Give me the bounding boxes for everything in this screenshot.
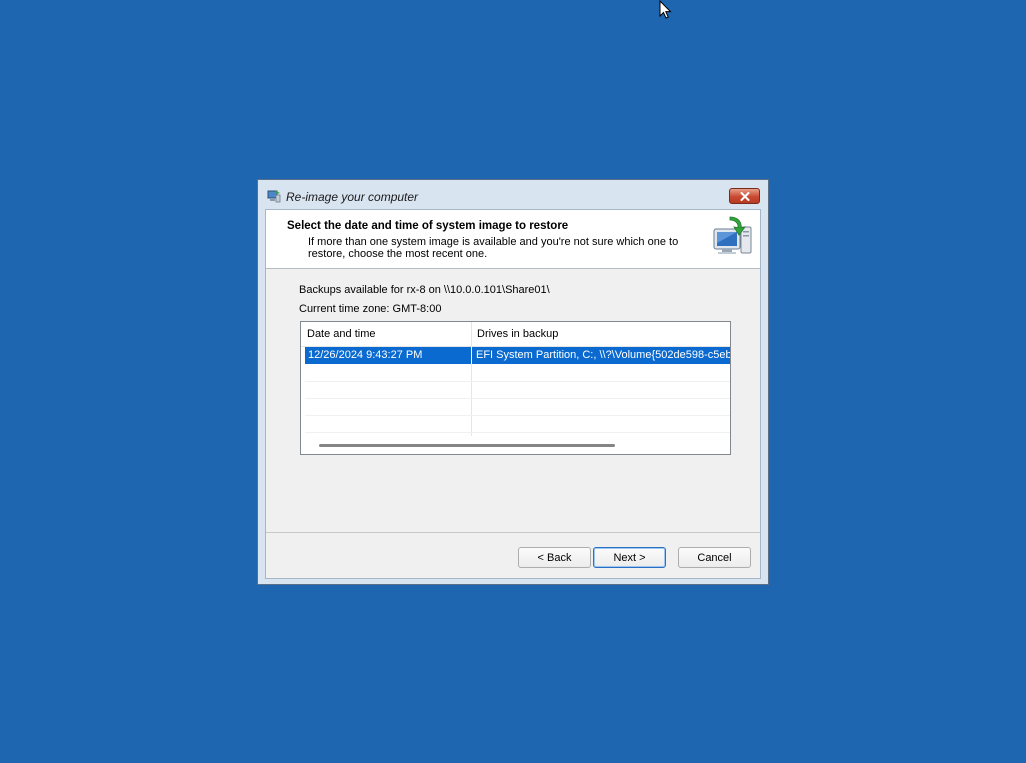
backup-list[interactable]: Date and time Drives in backup 12/26/202… (300, 321, 731, 455)
empty-row (305, 381, 730, 399)
page-title: Select the date and time of system image… (287, 220, 569, 232)
close-button[interactable] (729, 188, 760, 204)
wizard-header: Select the date and time of system image… (266, 210, 760, 269)
list-header: Date and time Drives in backup (301, 322, 730, 347)
row-cell-divider (471, 347, 472, 364)
column-header-drives[interactable]: Drives in backup (477, 328, 558, 340)
backup-restore-icon (267, 190, 281, 203)
window-title: Re-image your computer (286, 190, 419, 204)
empty-row (305, 398, 730, 416)
page-description: If more than one system image is availab… (308, 236, 679, 260)
horizontal-scrollbar[interactable] (319, 444, 615, 447)
cancel-button[interactable]: Cancel (678, 547, 751, 568)
title-bar[interactable]: Re-image your computer (258, 180, 768, 208)
footer-divider (266, 532, 760, 533)
empty-row (305, 364, 730, 382)
computer-restore-icon (713, 216, 752, 254)
dialog-client-area: Select the date and time of system image… (265, 209, 761, 579)
table-row[interactable]: 12/26/2024 9:43:27 PM EFI System Partiti… (305, 347, 730, 364)
row-date-time: 12/26/2024 9:43:27 PM (308, 349, 423, 361)
reimage-dialog: Re-image your computer Select the date a… (257, 179, 769, 585)
time-zone-label: Current time zone: GMT-8:00 (299, 303, 442, 315)
next-button[interactable]: Next > (593, 547, 666, 568)
empty-row (305, 415, 730, 433)
mouse-cursor-icon (659, 0, 672, 19)
column-header-date-time[interactable]: Date and time (307, 328, 375, 340)
backups-available-label: Backups available for rx-8 on \\10.0.0.1… (299, 284, 550, 296)
close-icon (740, 191, 749, 201)
row-drives: EFI System Partition, C:, \\?\Volume{502… (476, 349, 730, 361)
back-button[interactable]: < Back (518, 547, 591, 568)
